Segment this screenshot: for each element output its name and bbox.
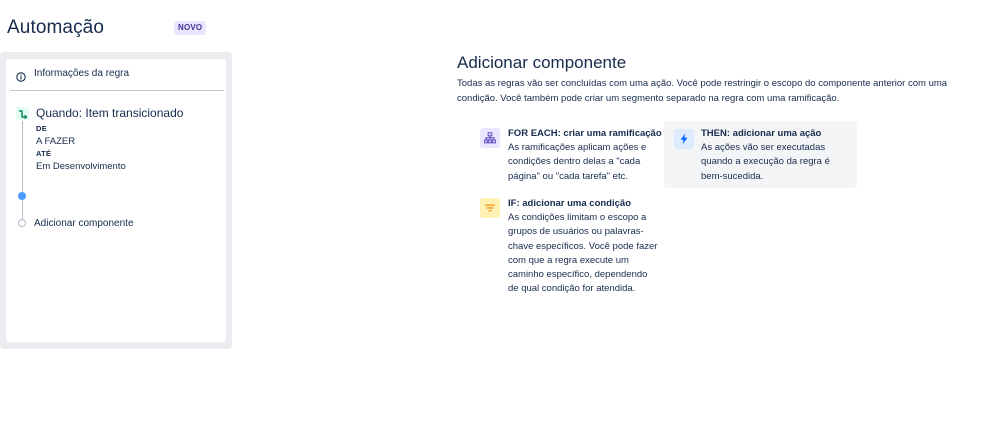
action-option-description: As ações vão ser executadas quando a exe… (701, 142, 830, 182)
to-value: Em Desenvolvimento (36, 161, 126, 172)
branch-option-title: FOR EACH: criar uma ramificação (508, 128, 662, 139)
branch-option-description: As ramificações aplicam ações e condiçõe… (508, 142, 647, 182)
divider (10, 90, 224, 91)
add-component-title: Adicionar componente (457, 53, 627, 72)
new-badge: NOVO (174, 21, 207, 35)
rule-card: Informações da regra Quando: Item transi… (6, 59, 226, 342)
trigger-title: Quando: Item transicionado (36, 106, 184, 120)
action-option[interactable]: THEN: adicionar uma ação As ações vão se… (664, 121, 857, 188)
condition-option-title: IF: adicionar uma condição (508, 198, 631, 209)
info-icon (16, 69, 26, 82)
flow-connector (22, 121, 23, 221)
lightning-icon (674, 129, 694, 149)
add-component-link[interactable]: Adicionar componente (34, 218, 134, 229)
active-step-dot (18, 192, 26, 200)
branch-option[interactable]: FOR EACH: criar uma ramificação As ramif… (480, 128, 662, 188)
from-value: A FAZER (36, 136, 76, 147)
trigger-details: DE A FAZER ATÉ Em Desenvolvimento (36, 123, 216, 173)
add-component-description: Todas as regras vão ser concluídas com u… (457, 78, 948, 104)
transition-icon (16, 107, 29, 120)
page-title: Automação (7, 17, 105, 38)
branch-icon (480, 128, 500, 148)
condition-option-description: As condições limitam o escopo a grupos d… (508, 212, 658, 295)
condition-option[interactable]: IF: adicionar uma condição As condições … (480, 198, 660, 313)
rule-panel: Informações da regra Quando: Item transi… (0, 52, 232, 349)
empty-step-dot (18, 219, 26, 227)
from-label: DE (36, 124, 48, 133)
rule-info-label: Informações da regra (34, 68, 130, 79)
to-label: ATÉ (36, 149, 52, 158)
action-option-title: THEN: adicionar uma ação (701, 128, 822, 139)
filter-icon (480, 198, 500, 218)
rule-info-button[interactable]: Informações da regra (16, 68, 130, 82)
